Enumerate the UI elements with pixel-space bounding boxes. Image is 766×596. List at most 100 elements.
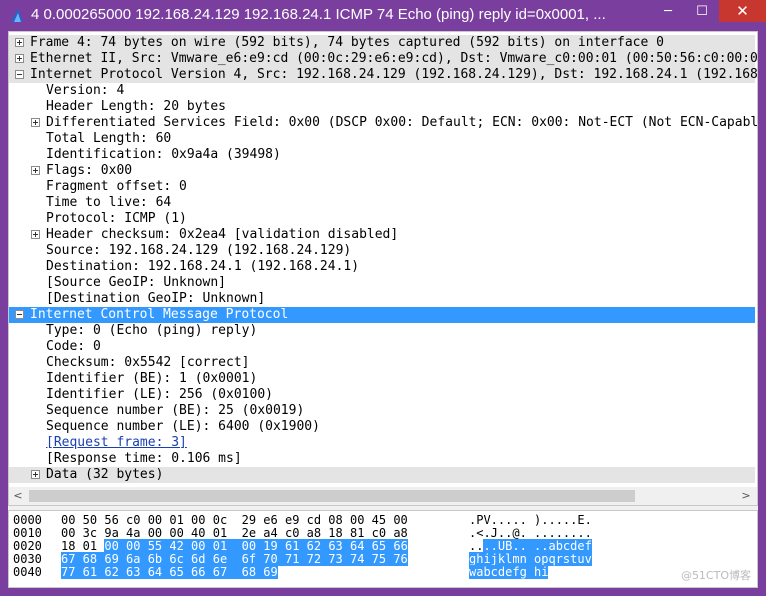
tree-row-text: Version: 4 bbox=[46, 83, 125, 98]
hex-bytes[interactable]: 77 61 62 63 64 65 66 67 68 69 bbox=[61, 565, 278, 579]
tree-row[interactable]: Differentiated Services Field: 0x00 (DSC… bbox=[9, 115, 758, 131]
tree-row[interactable]: Identifier (BE): 1 (0x0001) bbox=[9, 371, 755, 387]
tree-row-text: Header Length: 20 bytes bbox=[46, 99, 227, 114]
tree-row[interactable]: Flags: 0x00 bbox=[9, 163, 755, 179]
tree-row-text: Fragment offset: 0 bbox=[46, 179, 187, 194]
close-button[interactable]: ✕ bbox=[719, 0, 766, 22]
client-area: Data (32 bytes) [Response time: 0.106 ms]… bbox=[8, 31, 758, 588]
hex-offset-text: 0000 bbox=[13, 513, 42, 527]
packet-details-tree[interactable]: Data (32 bytes) [Response time: 0.106 ms]… bbox=[8, 31, 758, 506]
tree-row[interactable]: [Response time: 0.106 ms] bbox=[9, 451, 755, 467]
tree-row[interactable]: [Source GeoIP: Unknown] bbox=[9, 275, 755, 291]
tree-row[interactable]: Source: 192.168.24.129 (192.168.24.129) bbox=[9, 243, 755, 259]
tree-row-text: Differentiated Services Field: 0x00 (DSC… bbox=[46, 115, 758, 130]
hex-bytes-segment: 00 50 56 c0 00 01 00 0c 29 e6 e9 cd 08 0… bbox=[61, 513, 408, 527]
tree-row[interactable]: Time to live: 64 bbox=[9, 195, 755, 211]
ascii-segment: .<.J..@. ........ bbox=[469, 526, 592, 540]
tree-row-text: Code: 0 bbox=[46, 339, 101, 354]
tree-row-text: Sequence number (LE): 6400 (0x1900) bbox=[46, 419, 320, 434]
ascii-highlighted: wabcdefg hi bbox=[469, 565, 549, 579]
tree-row-text: Ethernet II, Src: Vmware_e6:e9:cd (00:0c… bbox=[30, 51, 758, 66]
tree-row[interactable]: Type: 0 (Echo (ping) reply) bbox=[9, 323, 755, 339]
tree-row[interactable]: Identification: 0x9a4a (39498) bbox=[9, 147, 755, 163]
hex-offset-text: 0020 bbox=[13, 539, 42, 553]
tree-row[interactable]: Code: 0 bbox=[9, 339, 755, 355]
hex-offset-text: 0030 bbox=[13, 552, 42, 566]
tree-row-text: Sequence number (BE): 25 (0x0019) bbox=[46, 403, 305, 418]
tree-row-text: Identifier (BE): 1 (0x0001) bbox=[46, 371, 258, 386]
scroll-left-icon[interactable]: < bbox=[11, 489, 25, 503]
tree-row-text: Identification: 0x9a4a (39498) bbox=[46, 147, 281, 162]
tree-row-text: Internet Control Message Protocol bbox=[30, 307, 289, 322]
window-controls: ─ ☐ ✕ bbox=[651, 0, 766, 22]
tree-row-text: [Source GeoIP: Unknown] bbox=[46, 275, 227, 290]
tree-row-text: Header checksum: 0x2ea4 [validation disa… bbox=[46, 227, 399, 242]
collapse-minus-icon[interactable] bbox=[15, 70, 24, 79]
tree-row-text: Source: 192.168.24.129 (192.168.24.129) bbox=[46, 243, 352, 258]
hex-bytes-segment: 18 01 bbox=[61, 539, 105, 553]
tree-row[interactable]: Ethernet II, Src: Vmware_e6:e9:cd (00:0c… bbox=[9, 51, 758, 67]
expand-plus-icon[interactable] bbox=[15, 54, 24, 63]
tree-row-text: [Destination GeoIP: Unknown] bbox=[46, 291, 266, 306]
ascii-segment: .PV..... ).....E. bbox=[469, 513, 592, 527]
tree-row-text[interactable]: [Request frame: 3] bbox=[46, 435, 187, 451]
hex-bytes-highlighted: 67 68 69 6a 6b 6c 6d 6e 6f 70 71 72 73 7… bbox=[61, 552, 408, 566]
tree-row[interactable]: [Destination GeoIP: Unknown] bbox=[9, 291, 755, 307]
hex-offset-text: 0010 bbox=[13, 526, 42, 540]
packet-bytes-pane[interactable]: @51CTO博客 0000 00 50 56 c0 00 01 00 0c 29 … bbox=[8, 510, 758, 588]
hex-bytes-segment: 00 3c 9a 4a 00 00 40 01 2e a4 c0 a8 18 8… bbox=[61, 526, 408, 540]
tree-row[interactable]: Frame 4: 74 bytes on wire (592 bits), 74… bbox=[9, 35, 755, 51]
tree-row-text: Protocol: ICMP (1) bbox=[46, 211, 187, 226]
ascii-highlighted: ghijklmn opqrstuv bbox=[469, 552, 592, 566]
tree-row-text: Flags: 0x00 bbox=[46, 163, 133, 178]
tree-row-text: Internet Protocol Version 4, Src: 192.16… bbox=[30, 67, 758, 82]
tree-row-text: [Response time: 0.106 ms] bbox=[46, 451, 242, 466]
hex-offset-text: 0040 bbox=[13, 565, 42, 579]
wireshark-fin-icon bbox=[11, 9, 23, 22]
watermark: @51CTO博客 bbox=[680, 569, 751, 582]
expand-plus-icon[interactable] bbox=[31, 166, 40, 175]
tree-row-text: Identifier (LE): 256 (0x0100) bbox=[46, 387, 273, 402]
tree-row[interactable]: Checksum: 0x5542 [correct] bbox=[9, 355, 755, 371]
tree-row[interactable]: Total Length: 60 bbox=[9, 131, 755, 147]
wireshark-packet-window: 4 0.000265000 192.168.24.129 192.168.24.… bbox=[0, 0, 766, 596]
tree-row[interactable]: Header checksum: 0x2ea4 [validation disa… bbox=[9, 227, 755, 243]
tree-row[interactable]: Header Length: 20 bytes bbox=[9, 99, 755, 115]
tree-row[interactable]: [Request frame: 3] bbox=[9, 435, 755, 451]
hex-bytes-highlighted: 77 61 62 63 64 65 66 67 68 69 bbox=[61, 565, 278, 579]
horizontal-scrollbar[interactable]: < > bbox=[9, 487, 757, 505]
maximize-button[interactable]: ☐ bbox=[685, 0, 719, 22]
expand-plus-icon[interactable] bbox=[31, 230, 40, 239]
expand-plus-icon[interactable] bbox=[15, 38, 24, 47]
tree-row[interactable]: Destination: 192.168.24.1 (192.168.24.1) bbox=[9, 259, 755, 275]
tree-row-text: Data (32 bytes) bbox=[46, 467, 164, 482]
scroll-right-icon[interactable]: > bbox=[739, 489, 753, 503]
tree-row[interactable]: Data (32 bytes) bbox=[9, 467, 755, 483]
tree-row[interactable]: Sequence number (LE): 6400 (0x1900) bbox=[9, 419, 755, 435]
expand-plus-icon[interactable] bbox=[31, 470, 40, 479]
tree-row-text: Destination: 192.168.24.1 (192.168.24.1) bbox=[46, 259, 360, 274]
tree-row-text: Time to live: 64 bbox=[46, 195, 172, 210]
title-bar[interactable]: 4 0.000265000 192.168.24.129 192.168.24.… bbox=[0, 0, 766, 31]
tree-row-text: Frame 4: 74 bytes on wire (592 bits), 74… bbox=[30, 35, 664, 50]
tree-row[interactable]: Fragment offset: 0 bbox=[9, 179, 755, 195]
tree-row[interactable]: Internet Protocol Version 4, Src: 192.16… bbox=[9, 67, 758, 83]
tree-row[interactable]: Identifier (LE): 256 (0x0100) bbox=[9, 387, 755, 403]
tree-row-text: Checksum: 0x5542 [correct] bbox=[46, 355, 250, 370]
tree-row[interactable]: Version: 4 bbox=[9, 83, 755, 99]
scrollbar-thumb[interactable] bbox=[29, 490, 635, 502]
hex-offset[interactable]: 0040 bbox=[13, 566, 42, 579]
tree-row[interactable]: Protocol: ICMP (1) bbox=[9, 211, 755, 227]
tree-row[interactable]: Sequence number (BE): 25 (0x0019) bbox=[9, 403, 755, 419]
hex-bytes-highlighted: 00 00 55 42 00 01 00 19 61 62 63 64 65 6… bbox=[104, 539, 408, 553]
ascii-segment: .. bbox=[469, 539, 484, 553]
window-title: 4 0.000265000 192.168.24.129 192.168.24.… bbox=[31, 6, 606, 23]
tree-row-text: Type: 0 (Echo (ping) reply) bbox=[46, 323, 258, 338]
collapse-minus-icon[interactable] bbox=[15, 310, 24, 319]
ascii-highlighted: ..UB.. ..abcdef bbox=[483, 539, 592, 553]
hex-ascii[interactable]: wabcdefg hi bbox=[469, 565, 549, 579]
expand-plus-icon[interactable] bbox=[31, 118, 40, 127]
tree-row-text: Total Length: 60 bbox=[46, 131, 172, 146]
tree-row-selected[interactable]: Internet Control Message Protocol bbox=[9, 307, 755, 323]
minimize-button[interactable]: ─ bbox=[651, 0, 685, 22]
